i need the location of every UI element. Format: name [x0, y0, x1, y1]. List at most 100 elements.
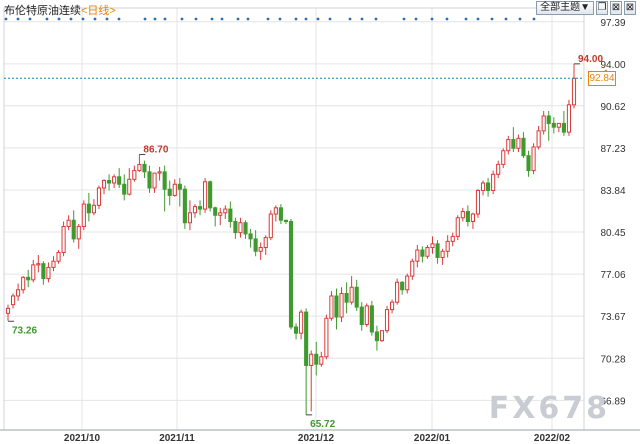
- candle-body: [359, 306, 364, 326]
- candle-body: [460, 211, 465, 219]
- candle-body: [561, 122, 566, 133]
- candle: [521, 132, 526, 159]
- candle: [46, 262, 51, 283]
- candle: [334, 288, 339, 330]
- candle-body: [288, 220, 294, 328]
- x-tick-label: 2021/10: [64, 433, 101, 444]
- candle: [561, 111, 566, 136]
- candle-body: [258, 247, 263, 252]
- candle-body: [157, 171, 162, 174]
- candle-body: [541, 115, 546, 132]
- candle-body: [51, 260, 56, 268]
- candle-body: [344, 292, 349, 303]
- candle-body: [349, 286, 354, 303]
- candle-body: [61, 225, 66, 254]
- candle: [344, 282, 349, 314]
- candle: [253, 230, 258, 257]
- candle: [157, 166, 162, 181]
- candle: [369, 300, 374, 336]
- candle-body: [197, 206, 203, 210]
- event-marker: [28, 17, 32, 21]
- event-marker: [348, 17, 352, 21]
- main-menu-button[interactable]: 全部主题▼: [536, 1, 594, 15]
- candle-body: [314, 353, 319, 365]
- candle-body: [182, 188, 187, 224]
- event-marker: [304, 17, 308, 21]
- candle: [31, 259, 36, 283]
- candle: [142, 160, 147, 179]
- window-close-icon[interactable]: ⊠: [624, 1, 636, 15]
- candle: [293, 323, 299, 340]
- candle-body: [41, 263, 46, 280]
- candle-body: [132, 170, 137, 180]
- candle-body: [177, 183, 182, 190]
- candles: [5, 63, 577, 416]
- x-tick-label: 2022/02: [534, 433, 571, 444]
- event-marker: [57, 17, 61, 21]
- candle: [531, 143, 536, 175]
- candle: [76, 223, 81, 249]
- event-marker: [105, 17, 109, 21]
- event-marker: [163, 17, 167, 21]
- event-marker: [143, 17, 147, 21]
- candle-body: [122, 183, 127, 195]
- candle-body: [253, 238, 258, 252]
- period-label: <日线>: [81, 5, 116, 17]
- event-marker: [93, 17, 97, 21]
- candle-body: [324, 317, 329, 358]
- candle-body: [536, 130, 541, 148]
- chart-title: 布伦特原油连续<日线>: [4, 2, 116, 18]
- candle-body: [364, 305, 369, 326]
- candle: [420, 246, 425, 263]
- candle: [61, 221, 66, 257]
- candle: [203, 178, 208, 213]
- current-price-line: [4, 69, 610, 79]
- candle: [516, 134, 521, 152]
- watermark: FX678: [488, 391, 610, 426]
- candle-body: [506, 139, 511, 152]
- candle: [329, 290, 334, 321]
- candle-body: [192, 206, 198, 214]
- candle: [571, 63, 577, 109]
- candle-body: [86, 203, 91, 214]
- candle: [5, 304, 11, 321]
- event-marker: [504, 17, 508, 21]
- candle-body: [430, 243, 435, 249]
- candle: [86, 192, 91, 222]
- annotation-label: 86.70: [143, 144, 168, 155]
- event-marker: [360, 17, 364, 21]
- candle-body: [56, 252, 61, 262]
- candle-body: [556, 122, 561, 128]
- candle: [263, 235, 268, 255]
- candle-body: [152, 172, 157, 189]
- candle: [208, 180, 213, 212]
- window-restore-icon[interactable]: ❐: [596, 1, 608, 15]
- candle-body: [486, 182, 491, 191]
- candle: [359, 302, 364, 331]
- candle: [233, 217, 238, 239]
- candle-body: [10, 295, 16, 306]
- candle-body: [415, 249, 420, 262]
- candle: [511, 127, 516, 152]
- candle-body: [531, 146, 536, 172]
- candle-body: [142, 163, 147, 173]
- event-marker: [210, 17, 214, 21]
- event-marker: [464, 17, 468, 21]
- candle-body: [263, 237, 268, 249]
- candle: [526, 150, 531, 177]
- candle: [384, 305, 390, 334]
- candle: [117, 168, 122, 188]
- candle: [81, 200, 86, 231]
- event-marker: [374, 17, 378, 21]
- candle: [364, 303, 369, 327]
- candle: [167, 180, 172, 206]
- candle-body: [223, 208, 228, 214]
- candle-body: [496, 163, 501, 175]
- window-close-icon[interactable]: ⊠: [610, 1, 622, 15]
- candle: [400, 281, 405, 295]
- candle: [187, 200, 192, 231]
- candle: [299, 309, 304, 340]
- candle-body: [465, 211, 470, 222]
- candle: [71, 210, 76, 243]
- candle: [425, 245, 430, 259]
